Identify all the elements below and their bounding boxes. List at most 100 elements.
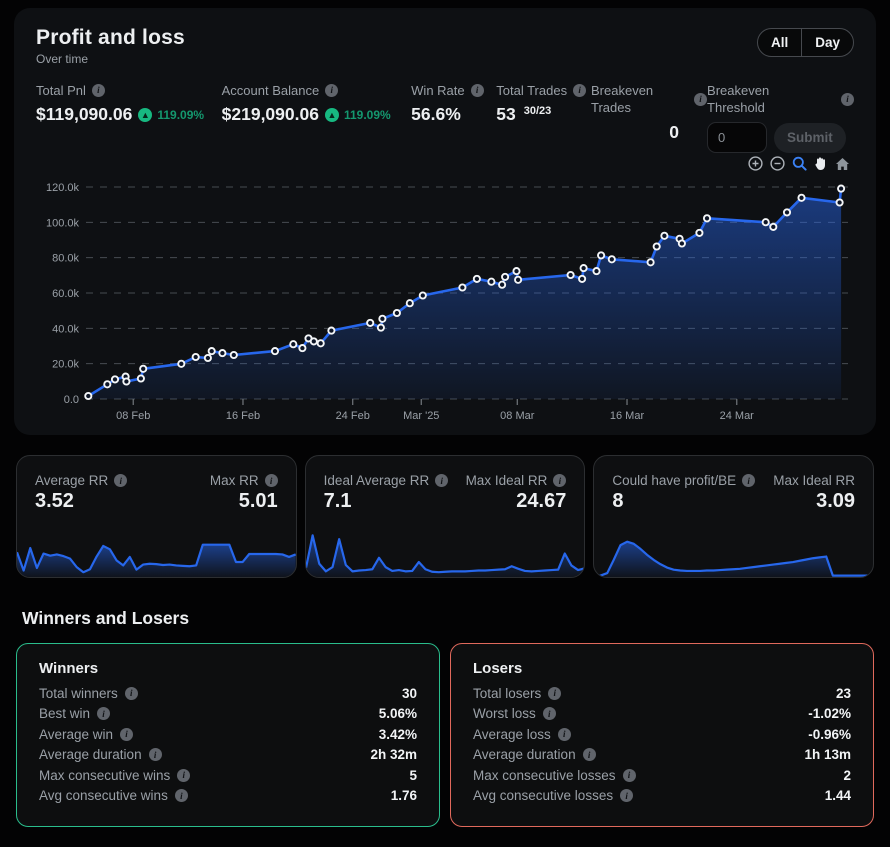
- stat-row: Avg consecutive lossesi 1.44: [473, 786, 851, 807]
- info-icon[interactable]: i: [177, 769, 190, 782]
- svg-text:40.0k: 40.0k: [52, 323, 79, 335]
- stat-row: Best wini 5.06%: [39, 704, 417, 725]
- winners-losers-title: Winners and Losers: [22, 608, 876, 629]
- info-icon[interactable]: i: [265, 474, 278, 487]
- card-header: Profit and loss Over time All Day: [36, 26, 854, 66]
- stat-row-value: -1.02%: [808, 706, 851, 721]
- stat-win-rate: Win Ratei 56.6%: [411, 82, 496, 125]
- losers-card-title: Losers: [473, 660, 851, 677]
- stat-row: Max consecutive winsi 5: [39, 765, 417, 786]
- winners-card: Winners Total winnersi 30 Best wini 5.06…: [16, 643, 440, 827]
- stat-row-label: Max consecutive winsi: [39, 768, 190, 783]
- stat-row-value: -0.96%: [808, 727, 851, 742]
- stat-label: Breakeven Threshold: [707, 82, 785, 116]
- stat-row-value: 1.44: [825, 788, 851, 803]
- up-arrow-icon: ▲: [325, 108, 339, 122]
- submit-button[interactable]: Submit: [774, 123, 846, 153]
- info-icon[interactable]: i: [435, 474, 448, 487]
- info-icon[interactable]: i: [149, 748, 162, 761]
- rr-sparkline: [17, 529, 296, 577]
- rr-right-value: 24.67: [516, 490, 566, 513]
- info-icon[interactable]: i: [583, 748, 596, 761]
- breakeven-threshold-input[interactable]: [707, 122, 767, 153]
- svg-text:Mar '25: Mar '25: [403, 410, 439, 422]
- info-icon[interactable]: i: [120, 728, 133, 741]
- range-all-button[interactable]: All: [758, 29, 801, 56]
- rr-card-2: Ideal Average RRi Max Ideal RRi 7.1 24.6…: [305, 455, 586, 578]
- pan-hand-icon[interactable]: [814, 156, 828, 171]
- stat-row-label: Average lossi: [473, 727, 571, 742]
- stat-label: Breakeven Trades: [591, 82, 669, 116]
- info-icon[interactable]: i: [175, 789, 188, 802]
- stat-row-label: Average durationi: [39, 747, 162, 762]
- up-arrow-icon: ▲: [138, 108, 152, 122]
- info-icon[interactable]: i: [620, 789, 633, 802]
- info-icon[interactable]: i: [558, 728, 571, 741]
- pnl-area-chart[interactable]: 0.020.0k40.0k60.0k80.0k100.0k120.0k08 Fe…: [36, 177, 854, 427]
- rr-right-value: 5.01: [239, 490, 278, 513]
- stat-label: Total Pnl: [36, 82, 86, 99]
- stat-row-label: Best wini: [39, 706, 110, 721]
- stat-row-label: Total losersi: [473, 686, 561, 701]
- winners-card-title: Winners: [39, 660, 417, 677]
- info-icon[interactable]: i: [471, 84, 484, 97]
- home-icon[interactable]: [835, 157, 850, 171]
- svg-text:24 Feb: 24 Feb: [336, 410, 370, 422]
- stat-row: Total losersi 23: [473, 683, 851, 704]
- rr-left-label: Average RRi: [35, 473, 127, 488]
- stat-row-label: Average wini: [39, 727, 133, 742]
- info-icon[interactable]: i: [623, 769, 636, 782]
- stat-row-value: 1h 13m: [804, 747, 851, 762]
- info-icon[interactable]: i: [548, 687, 561, 700]
- stat-row-value: 5: [409, 768, 417, 783]
- info-icon[interactable]: i: [92, 84, 105, 97]
- svg-text:08 Mar: 08 Mar: [500, 410, 535, 422]
- stat-value: 53: [496, 104, 515, 125]
- page-title: Profit and loss: [36, 26, 185, 50]
- info-icon[interactable]: i: [553, 474, 566, 487]
- svg-text:16 Mar: 16 Mar: [610, 410, 645, 422]
- info-icon[interactable]: i: [841, 93, 854, 106]
- rr-right-label: Max RRi: [210, 473, 278, 488]
- info-icon[interactable]: i: [573, 84, 586, 97]
- stat-row-label: Avg consecutive lossesi: [473, 788, 633, 803]
- info-icon[interactable]: i: [325, 84, 338, 97]
- info-icon[interactable]: i: [97, 707, 110, 720]
- profit-loss-card: Profit and loss Over time All Day Total …: [14, 8, 876, 435]
- info-icon[interactable]: i: [543, 707, 556, 720]
- info-icon[interactable]: i: [742, 474, 755, 487]
- svg-text:16 Feb: 16 Feb: [226, 410, 260, 422]
- stat-row: Average lossi -0.96%: [473, 724, 851, 745]
- stat-account-balance: Account Balancei $219,090.06 ▲119.09%: [222, 82, 412, 125]
- stat-row-value: 5.06%: [379, 706, 417, 721]
- stat-breakeven-trades: Breakeven Trades i 0: [591, 82, 707, 143]
- stat-value: $219,090.06: [222, 104, 319, 125]
- svg-text:0.0: 0.0: [64, 394, 79, 406]
- change-percent: 119.09%: [344, 108, 391, 122]
- box-zoom-icon[interactable]: [792, 156, 807, 171]
- winners-losers-row: Winners Total winnersi 30 Best wini 5.06…: [16, 643, 874, 827]
- rr-sparkline: [594, 529, 873, 577]
- rr-card-1: Average RRi Max RRi 3.52 5.01: [16, 455, 297, 578]
- rr-left-value: 3.52: [35, 490, 74, 513]
- info-icon[interactable]: i: [694, 93, 707, 106]
- stat-row-value: 1.76: [391, 788, 417, 803]
- range-day-button[interactable]: Day: [801, 29, 853, 56]
- rr-right-label: Max Ideal RRi: [466, 473, 567, 488]
- zoom-out-icon[interactable]: [770, 156, 785, 171]
- stat-label: Total Trades: [496, 82, 567, 99]
- svg-text:20.0k: 20.0k: [52, 359, 79, 371]
- zoom-in-icon[interactable]: [748, 156, 763, 171]
- stat-total-trades: Total Tradesi 5330/23: [496, 82, 591, 125]
- stat-row-label: Average durationi: [473, 747, 596, 762]
- stat-row: Max consecutive lossesi 2: [473, 765, 851, 786]
- info-icon[interactable]: i: [114, 474, 127, 487]
- stat-row-label: Total winnersi: [39, 686, 138, 701]
- stat-row: Average wini 3.42%: [39, 724, 417, 745]
- stat-row-value: 23: [836, 686, 851, 701]
- rr-card-3: Could have profit/BEi Max Ideal RR 8 3.0…: [593, 455, 874, 578]
- info-icon[interactable]: i: [125, 687, 138, 700]
- stat-row: Average durationi 2h 32m: [39, 745, 417, 766]
- stat-row-label: Worst lossi: [473, 706, 556, 721]
- svg-text:120.0k: 120.0k: [46, 182, 80, 194]
